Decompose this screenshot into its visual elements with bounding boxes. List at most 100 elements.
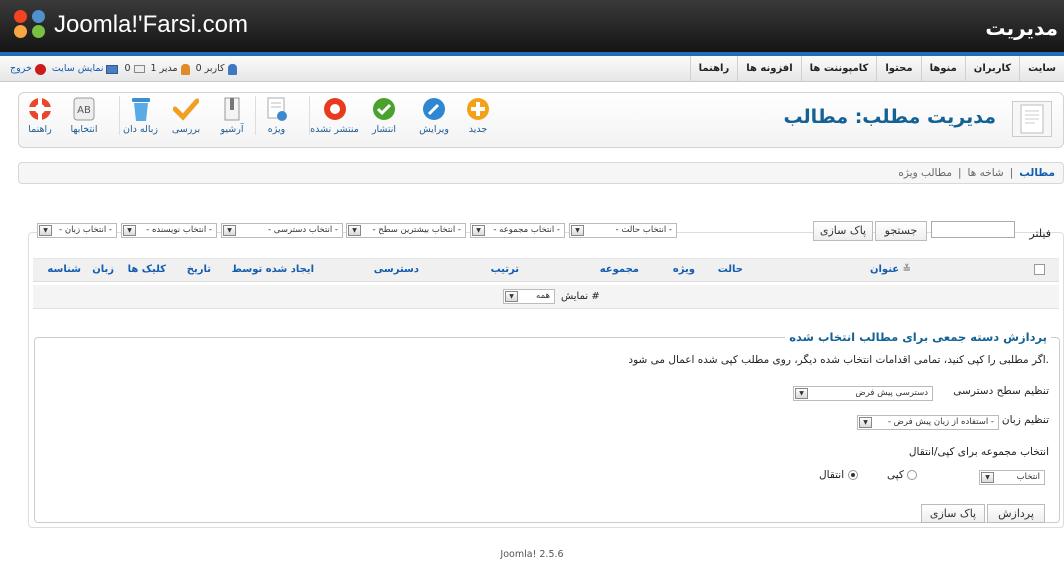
help-button[interactable]: راهنما	[19, 96, 61, 135]
new-button[interactable]: جدید	[457, 96, 499, 135]
batch-language-select[interactable]: - استفاده از زبان پیش فرض - ▼	[857, 415, 999, 430]
unpublish-label: منتشر نشده	[310, 124, 359, 135]
chevron-down-icon: ▼	[39, 225, 52, 236]
featured-icon	[263, 96, 291, 122]
admin-header: Joomla!'Farsi.com مدیریت	[0, 0, 1064, 56]
svg-text:AB: AB	[77, 105, 91, 116]
publish-button[interactable]: انتشار	[363, 96, 405, 135]
filter-clear-button[interactable]: پاک سازی	[813, 221, 873, 241]
mail-icon	[133, 65, 145, 73]
chevron-down-icon: ▼	[571, 225, 584, 236]
column-ordering[interactable]: ترتیب	[491, 264, 519, 275]
menu-components[interactable]: کامپوننت ها	[800, 56, 877, 82]
tab-separator: |	[957, 167, 962, 179]
articles-panel: فیلتر جستجو پاک سازی - انتخاب حالت - ▼ -…	[28, 221, 1064, 528]
menu-menus[interactable]: منوها	[920, 56, 965, 82]
messages-count[interactable]: 0	[124, 56, 145, 82]
menu-extensions[interactable]: افزونه ها	[737, 56, 800, 82]
logo-text: Joomla!'Farsi.com	[54, 11, 248, 38]
menu-site[interactable]: سایت	[1019, 56, 1064, 82]
status-bar: خروج نمایش سایت 0 1 مدیر 0 کاربر	[10, 56, 237, 82]
filter-state-select[interactable]: - انتخاب حالت - ▼	[569, 223, 677, 238]
column-created-by[interactable]: ایجاد شده توسط	[232, 264, 314, 275]
publish-icon	[370, 96, 398, 122]
batch-access-label: تنظیم سطح دسترسی	[953, 385, 1049, 397]
trash-button[interactable]: زباله دان	[119, 96, 161, 135]
unpublish-button[interactable]: منتشر نشده	[309, 96, 359, 135]
chevron-down-icon: ▼	[123, 225, 136, 236]
column-featured[interactable]: ویژه	[673, 264, 695, 275]
column-language[interactable]: زبان	[92, 264, 114, 275]
batch-move-option[interactable]: انتقال	[819, 469, 858, 481]
move-radio[interactable]	[847, 470, 858, 480]
filter-language-select[interactable]: - انتخاب زبان - ▼	[37, 223, 117, 238]
help-label: راهنما	[28, 124, 52, 135]
column-title[interactable]: عنوان ≚	[870, 264, 911, 275]
options-label: انتخابها	[70, 124, 98, 135]
submenu: مطالب | شاخه ها | مطالب ویژه	[18, 162, 1064, 184]
plus-icon	[464, 96, 492, 122]
batch-process-button[interactable]: پردازش	[987, 504, 1045, 523]
page-title: مدیریت مطلب: مطالب	[783, 106, 996, 128]
search-button[interactable]: جستجو	[875, 221, 927, 241]
chevron-down-icon: ▼	[472, 225, 485, 236]
chevron-down-icon: ▼	[981, 472, 994, 483]
column-category[interactable]: مجموعه	[600, 264, 639, 275]
joomla-logo[interactable]: Joomla!'Farsi.com	[14, 10, 248, 40]
column-status[interactable]: حالت	[718, 264, 743, 275]
menu-help[interactable]: راهنما	[689, 56, 738, 82]
filter-category-select[interactable]: - انتخاب مجموعه - ▼	[470, 223, 565, 238]
chevron-down-icon: ▼	[505, 291, 518, 302]
checkin-button[interactable]: بررسی	[165, 96, 207, 135]
archive-button[interactable]: آرشیو	[211, 96, 253, 135]
featured-label: ویژه	[267, 124, 286, 135]
trash-label: زباله دان	[123, 124, 158, 135]
header-title: مدیریت	[985, 16, 1058, 40]
column-hits[interactable]: کلیک ها	[128, 264, 166, 275]
edit-label: ویرایش	[419, 124, 449, 135]
lifebuoy-icon	[26, 96, 54, 122]
filter-max-level-select[interactable]: - انتخاب بیشترین سطح - ▼	[346, 223, 466, 238]
sort-icon: ≚	[902, 264, 911, 275]
view-site-link[interactable]: نمایش سایت	[52, 56, 119, 82]
logout-label: خروج	[10, 63, 32, 74]
chevron-down-icon: ▼	[223, 225, 236, 236]
select-all-checkbox[interactable]	[1034, 264, 1045, 275]
menu-content[interactable]: محتوا	[876, 56, 920, 82]
users-icon	[227, 63, 237, 75]
column-date[interactable]: تاریخ	[187, 264, 211, 275]
list-limit-select[interactable]: همه ▼	[503, 289, 555, 304]
view-site-label: نمایش سایت	[51, 63, 104, 74]
new-label: جدید	[468, 124, 488, 135]
column-id[interactable]: شناسه	[47, 264, 81, 275]
batch-copy-option[interactable]: کپی	[887, 469, 918, 481]
logout-link[interactable]: خروج	[10, 56, 46, 82]
filter-author-select[interactable]: - انتخاب نویسنده - ▼	[121, 223, 217, 238]
archive-label: آرشیو	[220, 124, 244, 135]
tab-featured-articles[interactable]: مطالب ویژه	[898, 163, 952, 183]
batch-category-select[interactable]: انتخاب ▼	[979, 470, 1045, 485]
batch-move-copy-label: انتخاب مجموعه برای کپی/انتقال	[908, 446, 1049, 458]
menu-users[interactable]: کاربران	[964, 56, 1019, 82]
admins-count: 1 مدیر	[151, 56, 190, 82]
batch-instruction: اگر مطلبی را کپی کنید، تمامی اقدامات انت…	[628, 354, 1049, 366]
options-icon: AB	[70, 96, 98, 122]
edit-button[interactable]: ویرایش	[413, 96, 455, 135]
batch-legend: پردازش دسته جمعی برای مطالب انتخاب شده	[785, 330, 1051, 344]
tab-separator: |	[1009, 167, 1014, 179]
filter-access-select[interactable]: - انتخاب دسترسی - ▼	[221, 223, 343, 238]
publish-label: انتشار	[371, 124, 397, 135]
users-count: 0 کاربر	[196, 56, 237, 82]
batch-clear-button[interactable]: پاک سازی	[921, 504, 985, 523]
filter-search-input[interactable]	[931, 221, 1015, 238]
joomla-logo-icon	[14, 10, 48, 40]
options-button[interactable]: AB انتخابها	[63, 96, 105, 135]
tab-categories[interactable]: شاخه ها	[968, 163, 1004, 183]
copy-radio[interactable]	[907, 470, 918, 480]
unpublish-icon	[321, 96, 349, 122]
column-access[interactable]: دسترسی	[374, 264, 419, 275]
batch-language-label: تنظیم زبان	[1001, 414, 1049, 426]
batch-access-select[interactable]: دسترسی پیش فرض ▼	[793, 386, 933, 401]
tab-articles[interactable]: مطالب	[1019, 163, 1055, 183]
featured-button[interactable]: ویژه	[255, 96, 297, 135]
